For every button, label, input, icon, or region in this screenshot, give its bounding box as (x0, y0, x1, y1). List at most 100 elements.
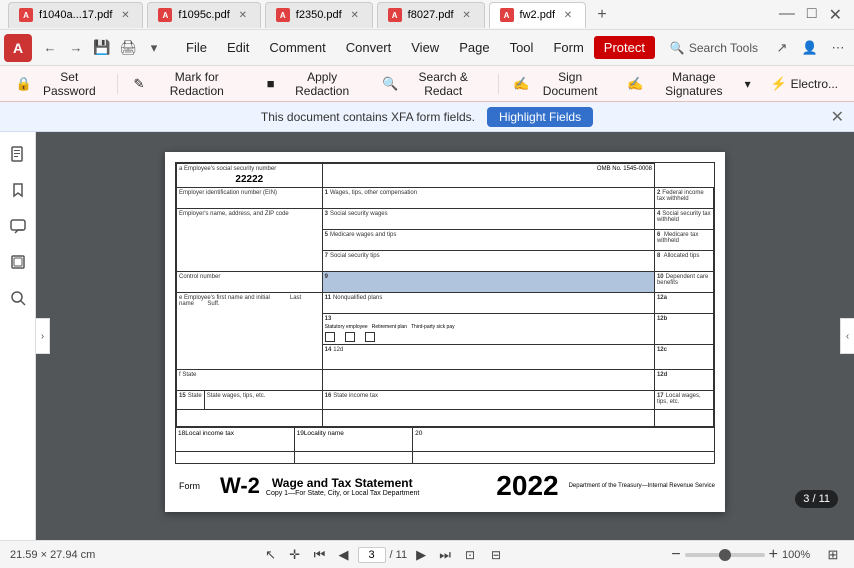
navigation-controls: ↖ ✛ ⏮ ◀ / 11 ▶ ⏭ ⊡ ⊟ (103, 544, 663, 566)
search-redact-button[interactable]: 🔍 Search & Redact (374, 66, 492, 102)
box-20-label: 20 (415, 430, 422, 437)
notification-close-button[interactable]: ✕ (831, 107, 844, 127)
sidebar-icon-search[interactable] (4, 284, 32, 312)
tab-fw2[interactable]: A fw2.pdf ✕ (489, 2, 586, 28)
window-controls: — □ ✕ (775, 5, 846, 25)
protect-toolbar: 🔒 Set Password ✎ Mark for Redaction ■ Ap… (0, 66, 854, 102)
minimize-button[interactable]: — (775, 5, 799, 25)
box-14-text: 12d (333, 347, 343, 353)
form-title: W-2 (220, 473, 260, 499)
tab-close-f1095c[interactable]: ✕ (236, 8, 250, 22)
page-number-input[interactable] (358, 547, 386, 563)
sidebar-icon-comments[interactable] (4, 212, 32, 240)
back-button[interactable]: ← (38, 36, 62, 60)
search-redact-icon: 🔍 (382, 76, 398, 92)
electronic-label: Electro... (791, 77, 838, 91)
forward-button[interactable]: → (64, 36, 88, 60)
sign-icon: ✍ (513, 76, 529, 92)
save-button[interactable]: 💾 (90, 36, 114, 60)
print-button[interactable]: 🖨 (116, 36, 140, 60)
last-page-button[interactable]: ⏭ (435, 545, 455, 565)
box-11-label: 11Nonqualified plans (325, 295, 652, 301)
sidebar-collapse-button[interactable]: › (36, 318, 50, 354)
close-button[interactable]: ✕ (825, 5, 846, 25)
box-7-text: Social security tips (330, 253, 380, 259)
dropdown-arrow-icon: ▾ (745, 77, 751, 91)
sidebar-icon-bookmarks[interactable] (4, 176, 32, 204)
fit-width-button[interactable]: ⊟ (485, 544, 507, 566)
search-tools: 🔍 Search Tools ↗ 👤 ⋯ (662, 36, 850, 60)
zoom-out-button[interactable]: − (671, 546, 680, 564)
sidebar-icon-pages[interactable] (4, 140, 32, 168)
prev-page-button[interactable]: ◀ (334, 545, 354, 565)
menu-convert[interactable]: Convert (336, 36, 402, 59)
first-page-button[interactable]: ⏮ (310, 545, 330, 565)
tab-f8027[interactable]: A f8027.pdf ✕ (377, 2, 485, 28)
box-11-text: Nonqualified plans (333, 295, 382, 301)
menu-tool[interactable]: Tool (500, 36, 544, 59)
electronic-button[interactable]: ⚡ Electro... (763, 72, 846, 96)
tool-icons: ↖ ✛ (260, 544, 306, 566)
menu-form[interactable]: Form (543, 36, 593, 59)
tab-icon-f2350: A (276, 8, 290, 22)
manage-signatures-button[interactable]: ✍ Manage Signatures ▾ (619, 66, 759, 102)
box-6-label: 6 Medicare tax withheld (657, 232, 711, 244)
more-button[interactable]: ▾ (142, 36, 166, 60)
redaction-apply-icon: ■ (263, 76, 278, 92)
sidebar-icon-layers[interactable] (4, 248, 32, 276)
crosshair-tool-button[interactable]: ✛ (284, 544, 306, 566)
tab-close-fw2[interactable]: ✕ (561, 8, 575, 22)
pdf-page: a Employee's social security number 2222… (165, 152, 725, 512)
box-16-text: State income tax (333, 393, 378, 399)
tab-close-f2350[interactable]: ✕ (348, 8, 362, 22)
pdf-content-area[interactable]: a Employee's social security number 2222… (36, 132, 854, 540)
tab-f1040a[interactable]: A f1040a...17.pdf ✕ (8, 2, 143, 28)
zoom-slider[interactable] (685, 553, 765, 557)
menu-file[interactable]: File (176, 36, 217, 59)
menu-comment[interactable]: Comment (259, 36, 335, 59)
maximize-button[interactable]: □ (803, 5, 821, 25)
set-password-button[interactable]: 🔒 Set Password (8, 66, 111, 102)
box-12c-label: 12c (657, 347, 711, 353)
tab-close-f8027[interactable]: ✕ (460, 8, 474, 22)
share-button[interactable]: ↗ (770, 36, 794, 60)
redaction-mark-icon: ✎ (132, 76, 147, 92)
sign-document-label: Sign Document (533, 70, 607, 98)
highlight-fields-button[interactable]: Highlight Fields (487, 107, 593, 127)
box-13-statutory: Statutory employee (325, 324, 368, 330)
new-tab-button[interactable]: + (590, 3, 614, 27)
box-2-text: Federal income tax withheld (657, 190, 704, 202)
menu-page[interactable]: Page (449, 36, 499, 59)
next-page-button[interactable]: ▶ (411, 545, 431, 565)
box-14-label: 1412d (325, 347, 652, 353)
box-e-first-name: Employee's first name and initial (184, 295, 270, 301)
view-mode-button[interactable]: ⊞ (822, 544, 844, 566)
titlebar: A f1040a...17.pdf ✕ A f1095c.pdf ✕ A f23… (0, 0, 854, 30)
overflow-button[interactable]: ⋯ (826, 36, 850, 60)
tab-f1095c[interactable]: A f1095c.pdf ✕ (147, 2, 260, 28)
search-tools-button[interactable]: 🔍 Search Tools (662, 37, 766, 59)
apply-redaction-label: Apply Redaction (282, 70, 362, 98)
tab-close-f1040a[interactable]: ✕ (118, 8, 132, 22)
box-b-label: Employer identification number (EIN) (179, 190, 320, 196)
zoom-thumb (719, 549, 731, 561)
right-panel-collapse-button[interactable]: ‹ (840, 318, 854, 354)
box-15b-text: State wages, tips, etc. (207, 393, 266, 399)
box-e-label: e Employee's first name and initial Last… (179, 295, 320, 307)
menu-edit[interactable]: Edit (217, 36, 259, 59)
box-6-text: Medicare tax withheld (657, 232, 698, 244)
apply-redaction-button[interactable]: ■ Apply Redaction (255, 66, 370, 102)
user-button[interactable]: 👤 (798, 36, 822, 60)
app-logo: A (4, 34, 32, 62)
menu-view[interactable]: View (401, 36, 449, 59)
cursor-tool-button[interactable]: ↖ (260, 544, 282, 566)
box-13-check2 (345, 332, 355, 342)
box-18-text: Local income tax (185, 430, 234, 437)
mark-for-redaction-button[interactable]: ✎ Mark for Redaction (124, 66, 252, 102)
sign-document-button[interactable]: ✍ Sign Document (505, 66, 615, 102)
tab-f2350[interactable]: A f2350.pdf ✕ (265, 2, 373, 28)
zoom-in-button[interactable]: + (769, 546, 778, 564)
fit-page-button[interactable]: ⊡ (459, 544, 481, 566)
employer-number: 22222 (179, 172, 320, 185)
menu-protect[interactable]: Protect (594, 36, 655, 59)
